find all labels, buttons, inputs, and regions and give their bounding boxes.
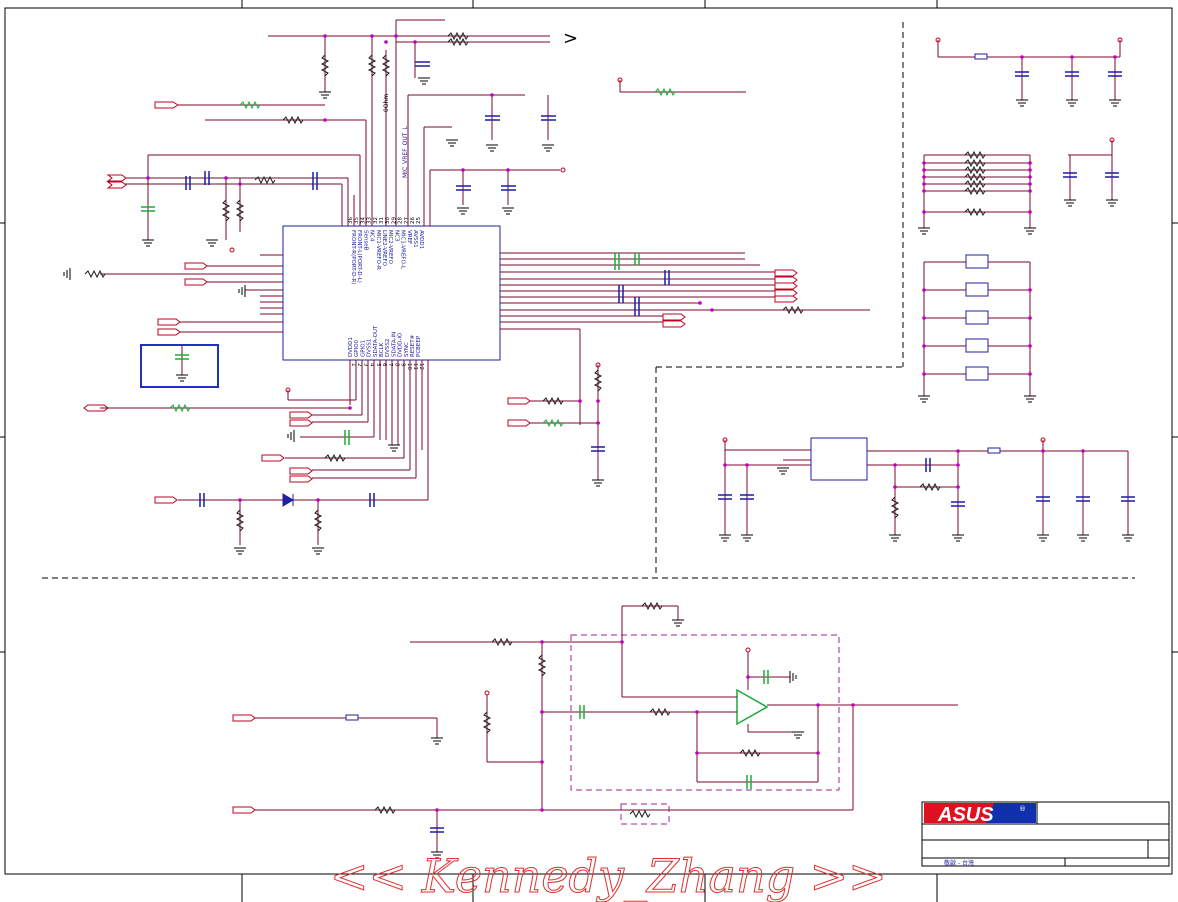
chip-pin-number: 27 [404, 217, 410, 224]
chip-pin-number: 35 [354, 217, 360, 224]
chip-pin-label: DVSS2 [385, 339, 391, 357]
watermark: << Kennedy_Zhang >> [330, 849, 887, 902]
chip-pin-label: SDATA-IN [391, 332, 397, 357]
chip-pin-number: 10 [406, 363, 412, 370]
chip-pin-label: DVDD-IO [398, 332, 404, 357]
chip-pin-label: FRONT-L(PORT-D-L) [356, 230, 362, 283]
opamp-symbol [736, 688, 769, 726]
chip-pin-number: 31 [379, 217, 385, 224]
chip-pin-label: LINE2-VREFO [381, 230, 387, 267]
chip-pin-label: PCBEEP [416, 335, 422, 357]
chip-pin-label: SenseB [362, 230, 368, 251]
chip-pin-label: BCLK [379, 342, 385, 357]
chip-pin-label: GPIO1 [360, 340, 366, 357]
registered-mark: ® [1019, 805, 1026, 813]
chip-pin-number: 26 [410, 217, 416, 224]
chip-pin-label: FRONT-R(PORT-D-R) [350, 230, 356, 284]
chip-pin-label: AVDD1 [418, 230, 424, 249]
chip-pin-number: 9 [400, 363, 406, 367]
chip-pin-label: AVSS1 [412, 230, 418, 248]
asus-logo: ASUS [937, 804, 994, 826]
zero-ohm-label: 0Ohm [383, 94, 390, 112]
chip-pin-number: 2 [356, 363, 362, 367]
power-filter-section [918, 40, 1122, 403]
chip-pin-label: GPIO0 [354, 339, 360, 357]
chip-pin-number: 25 [416, 217, 422, 224]
chip-pin-number: 28 [398, 217, 404, 224]
chip-pin-label: NC3 [393, 230, 399, 242]
chip-pin-label: DVDD1 [348, 337, 354, 357]
chip-pin-label: RESET# [410, 334, 416, 357]
chip-pin-label: MIC1-VREFO-L [400, 230, 406, 270]
regulator-chip [810, 437, 868, 481]
chip-pin-label: NC4 [369, 230, 375, 242]
chip-pin-number: 1 [350, 363, 356, 367]
chip-pin-number: 36 [348, 217, 354, 224]
highlight-box [140, 344, 219, 388]
chip-pin-number: 32 [373, 217, 379, 224]
bus-arrow: > [563, 28, 578, 49]
chip-pin-label: DVSS1 [367, 339, 373, 357]
title-block-note: 敬啟 - 台灣 [944, 859, 974, 867]
amplifier-section [232, 601, 958, 859]
chip-pin-number: 12 [418, 363, 424, 370]
regulator-section [718, 437, 1135, 542]
schematic-sheet: 36FRONT-R(PORT-D-R)35FRONT-L(PORT-D-L)34… [0, 0, 1178, 902]
chip-pin-label: SYNC [404, 342, 410, 357]
mic-vref-net-label: MIC_VREF_OUT_L [402, 126, 409, 178]
chip-pin-label: SDATA-OUT [373, 325, 379, 357]
chip-pin-label: MIC1-VREFO-R [375, 230, 381, 270]
title-block: ASUS ® 敬啟 - 台灣 [921, 801, 1170, 867]
chip-pin-number: 11 [412, 363, 418, 370]
chip-pin-label: VREF [406, 230, 412, 244]
top-wiring [125, 19, 746, 240]
chip-pin-label: MIC2-VREFO [387, 230, 393, 265]
